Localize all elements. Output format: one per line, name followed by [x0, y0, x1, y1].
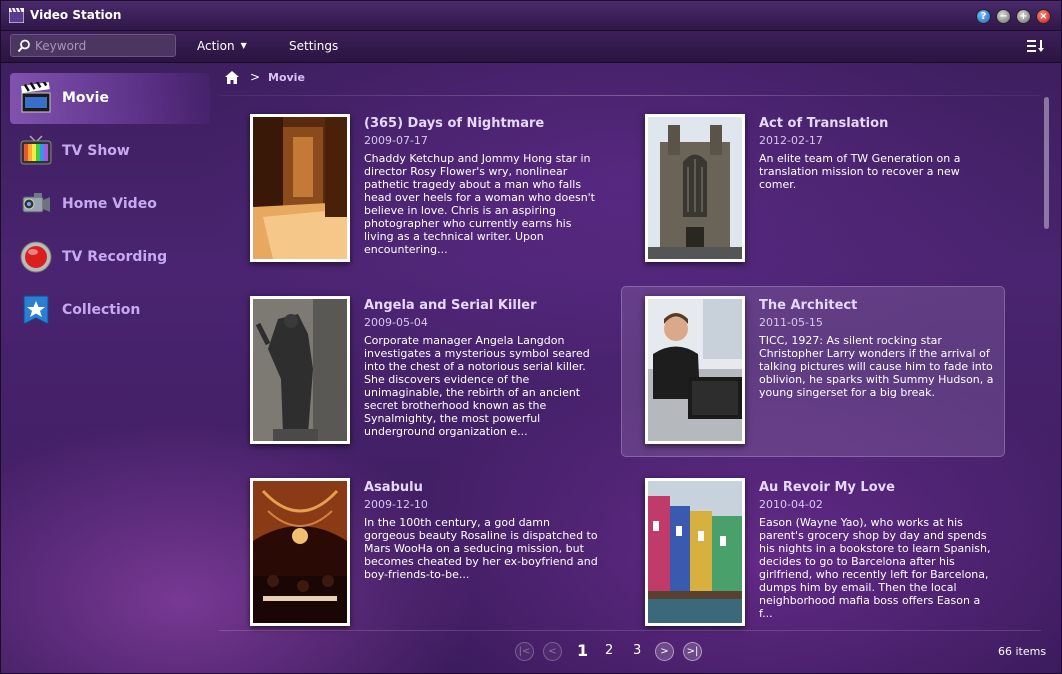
window-title: Video Station [30, 8, 122, 22]
movie-title[interactable]: (365) Days of Nightmare [364, 116, 544, 131]
video-station-window: Video Station ? − + × Action ▼ Settings [0, 0, 1062, 674]
movie-date: 2010-04-02 [759, 498, 823, 511]
breadcrumb-separator: > [250, 70, 261, 84]
movie-description: TICC, 1927: As silent rocking star Chris… [759, 334, 994, 399]
search-input[interactable] [35, 37, 171, 55]
search-box[interactable] [10, 34, 176, 57]
search-icon [17, 39, 30, 53]
sidebar-item-tv-show[interactable]: TV Show [10, 126, 210, 177]
breadcrumb-divider [219, 95, 1041, 96]
maximize-button[interactable]: + [1016, 9, 1031, 24]
movie-card-selected[interactable]: The Architect 2011-05-15 TICC, 1927: As … [621, 286, 1005, 457]
poster-image [648, 481, 742, 623]
movie-date: 2009-12-10 [364, 498, 428, 511]
sidebar-item-label: Collection [62, 302, 141, 318]
previous-page-button[interactable]: < [543, 642, 562, 661]
last-page-icon: >| [686, 646, 699, 657]
sidebar-item-label: TV Recording [62, 249, 168, 265]
movie-card[interactable]: Au Revoir My Love 2010-04-02 Eason (Wayn… [636, 469, 1020, 639]
poster-image [253, 481, 347, 623]
movie-card[interactable]: Act of Translation 2012-02-17 An elite t… [636, 105, 1020, 275]
minimize-icon: − [999, 11, 1008, 22]
record-icon [20, 241, 52, 273]
movie-card[interactable]: Asabulu 2009-12-10 In the 100th century,… [241, 469, 625, 639]
movie-title[interactable]: Asabulu [364, 480, 423, 495]
movie-date: 2009-05-04 [364, 316, 428, 329]
movie-description: Eason (Wayne Yao), who works at his pare… [759, 516, 991, 620]
movie-title[interactable]: Angela and Serial Killer [364, 298, 537, 313]
movie-date: 2012-02-17 [759, 134, 823, 147]
movie-poster[interactable] [645, 478, 745, 626]
pagination: |< < 1 2 3 > >| 66 items [1, 639, 1061, 663]
footer-divider [219, 630, 1041, 631]
movie-poster[interactable] [250, 478, 350, 626]
movie-date: 2009-07-17 [364, 134, 428, 147]
scrollbar-thumb[interactable] [1044, 97, 1049, 229]
action-menu-button[interactable]: Action ▼ [197, 39, 247, 53]
title-bar[interactable]: Video Station ? − + × [1, 1, 1061, 31]
close-icon: × [1039, 11, 1048, 22]
movie-description: Corporate manager Angela Langdon investi… [364, 334, 590, 438]
video-station-app-icon [9, 8, 24, 23]
sort-icon[interactable] [1027, 39, 1045, 53]
breadcrumb-current[interactable]: Movie [268, 71, 305, 84]
chevron-down-icon: ▼ [240, 41, 247, 50]
help-button[interactable]: ? [976, 9, 991, 24]
movie-description: An elite team of TW Generation on a tran… [759, 152, 961, 191]
poster-image [253, 299, 347, 441]
action-label: Action [197, 39, 235, 53]
home-icon[interactable] [225, 71, 239, 84]
poster-image [648, 299, 742, 441]
sidebar: Movie TV Show Home Video TV Recording Co… [10, 73, 210, 338]
movie-clapper-icon [21, 82, 51, 113]
poster-image [648, 117, 742, 259]
sidebar-item-label: Home Video [62, 196, 157, 212]
close-button[interactable]: × [1036, 9, 1051, 24]
next-page-button[interactable]: > [655, 642, 674, 661]
movie-date: 2011-05-15 [759, 316, 823, 329]
movie-poster[interactable] [250, 114, 350, 262]
sidebar-item-label: TV Show [62, 143, 130, 159]
movie-poster[interactable] [250, 296, 350, 444]
settings-button[interactable]: Settings [289, 39, 338, 53]
camcorder-icon [22, 193, 50, 213]
movie-title[interactable]: Au Revoir My Love [759, 480, 895, 495]
poster-image [253, 117, 347, 259]
movie-card[interactable]: (365) Days of Nightmare 2009-07-17 Chadd… [241, 105, 625, 275]
sidebar-item-home-video[interactable]: Home Video [10, 179, 210, 230]
sidebar-item-movie[interactable]: Movie [10, 73, 210, 124]
last-page-button[interactable]: >| [683, 642, 702, 661]
page-number-current[interactable]: 1 [577, 641, 588, 660]
maximize-icon: + [1019, 11, 1028, 22]
tv-show-icon [20, 135, 52, 165]
movie-card[interactable]: Angela and Serial Killer 2009-05-04 Corp… [241, 287, 625, 457]
help-icon: ? [980, 11, 987, 22]
page-number[interactable]: 2 [605, 643, 613, 658]
sidebar-item-collection[interactable]: Collection [10, 285, 210, 336]
movie-title[interactable]: Act of Translation [759, 116, 888, 131]
chevron-right-icon: > [660, 646, 669, 657]
minimize-button[interactable]: − [996, 9, 1011, 24]
sidebar-item-tv-recording[interactable]: TV Recording [10, 232, 210, 283]
star-collection-icon [23, 295, 49, 325]
movie-poster[interactable] [645, 114, 745, 262]
first-page-button[interactable]: |< [515, 642, 534, 661]
sidebar-item-label: Movie [62, 90, 109, 106]
page-number[interactable]: 3 [633, 643, 641, 658]
movie-poster[interactable] [645, 296, 745, 444]
movie-title[interactable]: The Architect [759, 298, 857, 313]
first-page-icon: |< [518, 646, 531, 657]
chevron-left-icon: < [548, 646, 557, 657]
movie-description: In the 100th century, a god damn gorgeou… [364, 516, 598, 581]
item-count: 66 items [998, 645, 1047, 658]
movie-description: Chaddy Ketchup and Jommy Hong star in di… [364, 152, 595, 256]
toolbar: Action ▼ Settings [1, 31, 1061, 63]
